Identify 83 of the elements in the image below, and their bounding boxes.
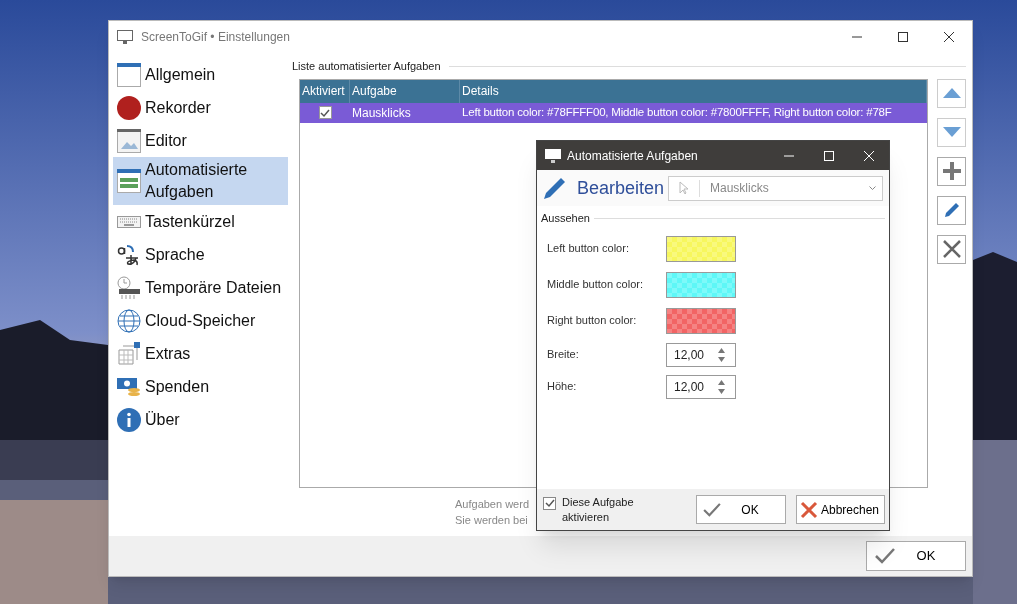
field-label: Middle button color: [547,277,644,293]
window-title: ScreenToGif • Einstellungen [141,28,290,46]
sidebar-item[interactable]: Editor [113,124,288,157]
field-label: Left button color: [547,241,630,257]
color-swatch[interactable] [666,271,736,298]
sidebar-label: Spenden [145,376,210,397]
table-row[interactable]: Mausklicks Left button color: #78FFFF00, Middle button color: #7800FFFF, Right button color: #78F [300,102,927,123]
sidebar-label: Automatisierte Aufgaben [145,160,249,202]
language-icon [117,242,141,267]
checkmark-icon [875,548,895,564]
checkbox[interactable] [318,106,332,119]
ok-button[interactable]: OK [696,495,786,524]
checkbox[interactable] [543,496,556,510]
sidebar-label: Sprache [145,244,205,265]
info-icon [117,407,141,432]
column-header[interactable]: Details [460,79,927,103]
add-button[interactable] [937,156,966,186]
monitor-icon [545,148,561,163]
table-cell-text: Mausklicks [351,104,412,122]
edit-button[interactable] [937,195,966,225]
sidebar-item[interactable]: Automatisierte Aufgaben [113,157,288,205]
clock-shredder-icon [117,275,141,300]
sidebar-label: Temporäre Dateien [145,277,282,298]
task-list-icon [117,169,141,193]
column-header[interactable]: Aktiviert [300,79,350,103]
globe-icon [117,308,141,333]
record-icon [117,95,141,120]
sidebar-label: Cloud-Speicher [145,310,256,331]
sidebar-item[interactable]: Extras [113,337,288,370]
close-icon[interactable] [944,31,954,42]
down-triangle-icon [942,127,961,137]
field-label: Höhe: [547,379,578,395]
sidebar-label: Über [145,409,180,430]
move-up-button[interactable] [937,78,966,108]
spinner-arrows-icon[interactable] [718,346,725,363]
pencil-icon [942,201,961,219]
sidebar-item[interactable]: Cloud-Speicher [113,304,288,337]
cube-grid-icon [117,341,141,366]
checkmark-icon [703,502,721,517]
sidebar-item[interactable]: Allgemein [113,58,288,91]
task-dropdown[interactable]: Mausklicks [668,175,883,201]
sidebar-item[interactable]: Temporäre Dateien [113,271,288,304]
sidebar-item[interactable]: Tastenkürzel [113,205,288,238]
sidebar-item[interactable]: Über [113,403,288,436]
sidebar-item[interactable]: Rekorder [113,91,288,124]
group-title: Aussehen [541,211,590,226]
sidebar-label: Allgemein [145,64,216,85]
image-window-icon [117,128,141,153]
table-cell-text: Left button color: #78FFFF00, Middle button color: #7800FFFF, Right button color: #78F [461,104,893,120]
checkbox-label: Diese Aufgabe aktivieren [562,494,635,525]
column-header[interactable]: Aufgabe [350,79,460,103]
pencil-icon [543,176,567,200]
spinner-arrows-icon[interactable] [718,378,725,395]
maximize-icon[interactable] [898,31,908,42]
move-down-button[interactable] [937,117,966,147]
color-swatch[interactable] [666,307,736,334]
close-icon [800,500,818,519]
sidebar-label: Editor [145,130,187,151]
note-text: Sie werden bei [455,512,528,528]
sidebar-label: Rekorder [145,97,211,118]
monitor-icon [117,29,133,44]
color-swatch[interactable] [666,235,736,262]
sidebar-item[interactable]: Spenden [113,370,288,403]
number-field[interactable]: 12,00 [666,342,736,367]
dialog-heading: Bearbeiten [577,176,665,200]
number-field[interactable]: 12,00 [666,374,736,399]
field-label: Right button color: [547,313,638,329]
remove-button[interactable] [937,234,966,264]
window-icon [117,62,141,87]
sidebar-label: Tastenkürzel [145,211,235,232]
chevron-down-icon [869,185,876,191]
ok-button[interactable]: OK [866,541,966,571]
sidebar-label: Extras [145,343,191,364]
close-icon [942,240,961,258]
cursor-icon [679,181,689,195]
group-title: Liste automatisierter Aufgaben [292,59,441,74]
plus-icon [942,162,961,180]
cancel-button[interactable]: Abbrechen [796,495,885,524]
dialog-title: Automatisierte Aufgaben [567,147,698,165]
up-triangle-icon [942,88,961,98]
sidebar-item[interactable]: Sprache [113,238,288,271]
field-label: Breite: [547,347,580,363]
note-text: Aufgaben werd [455,496,529,512]
